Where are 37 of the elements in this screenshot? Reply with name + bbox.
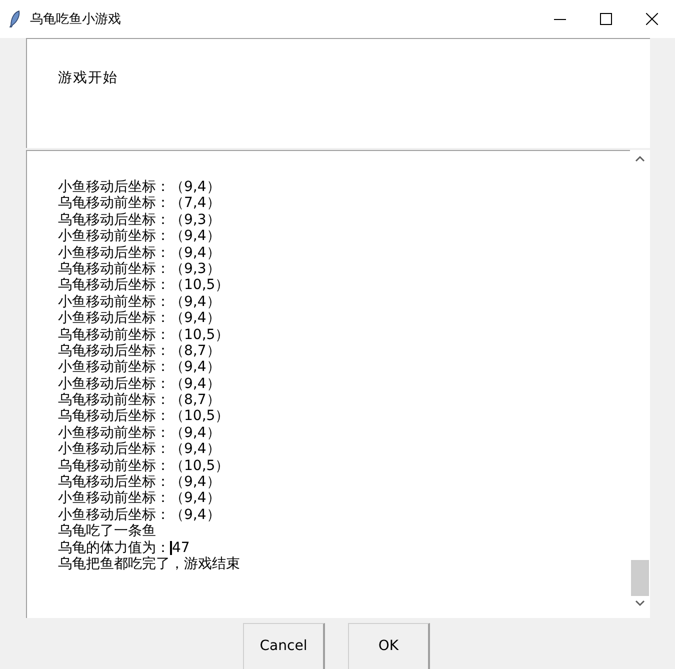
dialog-button[interactable]: OK xyxy=(348,623,430,669)
log-line: 小鱼移动后坐标：（9,4） xyxy=(58,244,220,261)
log-line: 乌龟移动后坐标：（9,3） xyxy=(58,212,220,228)
log-line: 小鱼移动前坐标：（9,4） xyxy=(58,294,220,310)
log-line: 小鱼移动后坐标：（9,4） xyxy=(58,506,220,524)
log-line: 小鱼移动后坐标：（9,4） xyxy=(58,376,220,392)
log-line: 乌龟的体力值为： xyxy=(58,540,170,556)
message-text: 游戏开始 xyxy=(58,70,118,86)
log-line: 47 xyxy=(172,540,190,556)
log-line: 小鱼移动前坐标：（9,4） xyxy=(58,490,220,507)
log-line: 小鱼移动后坐标：（9,4） xyxy=(58,310,220,327)
log-line: 小鱼移动后坐标：（9,4） xyxy=(58,179,220,196)
log-text-area[interactable] xyxy=(26,150,630,618)
log-line: 乌龟移动后坐标：（10,5） xyxy=(58,408,230,425)
feather-icon xyxy=(8,10,22,28)
log-line: 乌龟移动前坐标：（8,7） xyxy=(58,392,220,408)
close-icon[interactable] xyxy=(646,13,658,25)
scrollbar-thumb[interactable] xyxy=(631,560,649,596)
log-line: 乌龟把鱼都吃完了，游戏结束 xyxy=(58,556,240,572)
log-line: 乌龟吃了一条鱼 xyxy=(58,523,156,540)
log-line: 小鱼移动后坐标：（9,4） xyxy=(58,441,220,458)
log-line: 小鱼移动前坐标：（9,4） xyxy=(58,359,220,376)
scroll-down-icon[interactable] xyxy=(634,598,646,608)
log-line: 乌龟移动前坐标：（7,4） xyxy=(58,195,220,212)
scrollbar[interactable] xyxy=(630,150,650,618)
log-line: 乌龟移动后坐标：（8,7） xyxy=(58,342,220,360)
window-title: 乌龟吃鱼小游戏 xyxy=(30,11,122,28)
maximize-icon[interactable] xyxy=(600,13,612,25)
log-line: 乌龟移动后坐标：（9,4） xyxy=(58,474,220,490)
log-line: 乌龟移动后坐标：（10,5） xyxy=(58,277,230,294)
log-line: 小鱼移动前坐标：（9,4） xyxy=(58,228,220,245)
log-line: 乌龟移动前坐标：（10,5） xyxy=(58,458,230,474)
log-line: 小鱼移动前坐标：（9,4） xyxy=(58,424,220,442)
log-line: 乌龟移动前坐标：（9,3） xyxy=(58,260,220,278)
dialog-button[interactable]: Cancel xyxy=(243,623,325,669)
scroll-up-icon[interactable] xyxy=(634,154,646,164)
log-line: 乌龟移动前坐标：（10,5） xyxy=(58,326,230,343)
